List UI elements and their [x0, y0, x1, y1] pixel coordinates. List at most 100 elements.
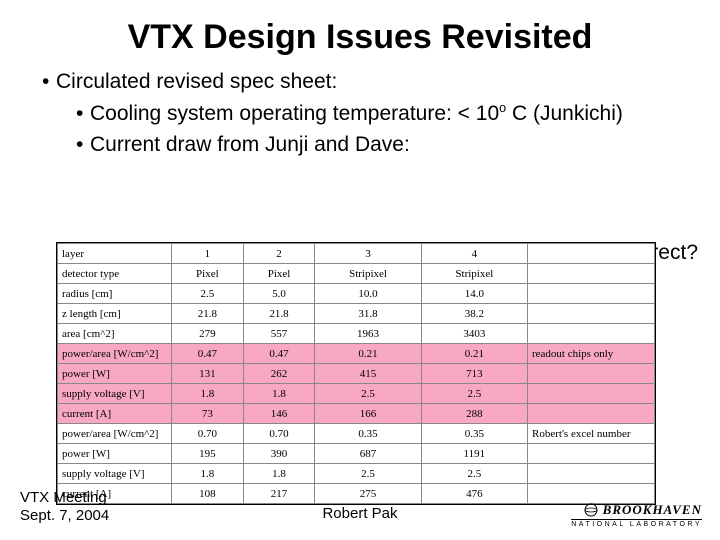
cell: 0.70 [243, 424, 315, 444]
row-label: layer [58, 244, 172, 264]
cell: 1191 [421, 444, 527, 464]
table-row: current [A]73146166288 [58, 404, 655, 424]
cell: 415 [315, 364, 421, 384]
table-row: power/area [W/cm^2]0.700.700.350.35Rober… [58, 424, 655, 444]
cell [528, 404, 655, 424]
cell: 1.8 [243, 384, 315, 404]
cell: 4 [421, 244, 527, 264]
cell: 2.5 [315, 384, 421, 404]
cell: 10.0 [315, 284, 421, 304]
cell: 2 [243, 244, 315, 264]
table-row: supply voltage [V]1.81.82.52.5 [58, 464, 655, 484]
bullet-text: Cooling system operating temperature: < … [90, 102, 499, 125]
cell: 3 [315, 244, 421, 264]
bullet-text: C (Junkichi) [506, 102, 623, 125]
cell-note: readout chips only [528, 344, 655, 364]
cell: 146 [243, 404, 315, 424]
cell: Pixel [243, 264, 315, 284]
row-label: power [W] [58, 444, 172, 464]
cell: 1.8 [172, 384, 244, 404]
cell [528, 304, 655, 324]
cell [528, 364, 655, 384]
cell [528, 244, 655, 264]
row-label: power/area [W/cm^2] [58, 424, 172, 444]
table-row: power [W]1953906871191 [58, 444, 655, 464]
cell [528, 324, 655, 344]
cell: 0.47 [172, 344, 244, 364]
ring-icon [583, 502, 599, 518]
cell: Stripixel [315, 264, 421, 284]
row-label: detector type [58, 264, 172, 284]
cell: 21.8 [172, 304, 244, 324]
table-row: power [W]131262415713 [58, 364, 655, 384]
cell: 131 [172, 364, 244, 384]
row-label: supply voltage [V] [58, 384, 172, 404]
cell: 1963 [315, 324, 421, 344]
brookhaven-logo: BROOKHAVEN NATIONAL LABORATORY [571, 501, 702, 528]
bullet-level1: •Circulated revised spec sheet: [42, 69, 692, 96]
cell: 275 [315, 484, 421, 504]
cell: 108 [172, 484, 244, 504]
cell-note: Robert's excel number [528, 424, 655, 444]
cell: 0.47 [243, 344, 315, 364]
bullet-text: Circulated revised spec sheet: [56, 70, 337, 93]
bullet-level2: •Cooling system operating temperature: <… [76, 100, 692, 128]
cell: 687 [315, 444, 421, 464]
table-row: supply voltage [V]1.81.82.52.5 [58, 384, 655, 404]
cell: 166 [315, 404, 421, 424]
cell: 557 [243, 324, 315, 344]
row-label: supply voltage [V] [58, 464, 172, 484]
cell: 2.5 [172, 284, 244, 304]
cell: 0.21 [421, 344, 527, 364]
row-label: power [W] [58, 364, 172, 384]
cell: 0.35 [421, 424, 527, 444]
row-label: current [A] [58, 404, 172, 424]
cell: 14.0 [421, 284, 527, 304]
cell: 0.35 [315, 424, 421, 444]
bullet-level2: •Current draw from Junji and Dave: [76, 132, 692, 159]
cell: Stripixel [421, 264, 527, 284]
cell: 195 [172, 444, 244, 464]
cell: 1.8 [172, 464, 244, 484]
table-row: current [A]108217275476 [58, 484, 655, 504]
table-row: detector typePixelPixelStripixelStripixe… [58, 264, 655, 284]
cell: 0.70 [172, 424, 244, 444]
cell: 476 [421, 484, 527, 504]
bullet-text: Current draw from Junji and Dave: [90, 133, 410, 156]
cell: 279 [172, 324, 244, 344]
table-row: area [cm^2]27955719633403 [58, 324, 655, 344]
cell [528, 444, 655, 464]
logo-text: BROOKHAVEN [603, 502, 702, 517]
cell: 73 [172, 404, 244, 424]
cell [528, 384, 655, 404]
row-label: radius [cm] [58, 284, 172, 304]
cell: 217 [243, 484, 315, 504]
table-row: power/area [W/cm^2]0.470.470.210.21reado… [58, 344, 655, 364]
cell: 288 [421, 404, 527, 424]
row-label: z length [cm] [58, 304, 172, 324]
cell: 713 [421, 364, 527, 384]
cell: 0.21 [315, 344, 421, 364]
cell: 262 [243, 364, 315, 384]
cell: 3403 [421, 324, 527, 344]
cell: 31.8 [315, 304, 421, 324]
cell: 2.5 [421, 464, 527, 484]
cell: 38.2 [421, 304, 527, 324]
cell: 2.5 [421, 384, 527, 404]
row-label: power/area [W/cm^2] [58, 344, 172, 364]
cell [528, 284, 655, 304]
table-row: z length [cm]21.821.831.838.2 [58, 304, 655, 324]
cell: 5.0 [243, 284, 315, 304]
row-label: area [cm^2] [58, 324, 172, 344]
table-row: layer1234 [58, 244, 655, 264]
bullet-region: •Circulated revised spec sheet: •Cooling… [0, 65, 720, 159]
cell [528, 464, 655, 484]
cell: 1.8 [243, 464, 315, 484]
logo-subtext: NATIONAL LABORATORY [571, 519, 702, 528]
cell: 390 [243, 444, 315, 464]
cell: Pixel [172, 264, 244, 284]
slide-title: VTX Design Issues Revisited [0, 0, 720, 65]
table-row: radius [cm]2.55.010.014.0 [58, 284, 655, 304]
spec-table: layer1234 detector typePixelPixelStripix… [56, 242, 656, 505]
cell [528, 264, 655, 284]
